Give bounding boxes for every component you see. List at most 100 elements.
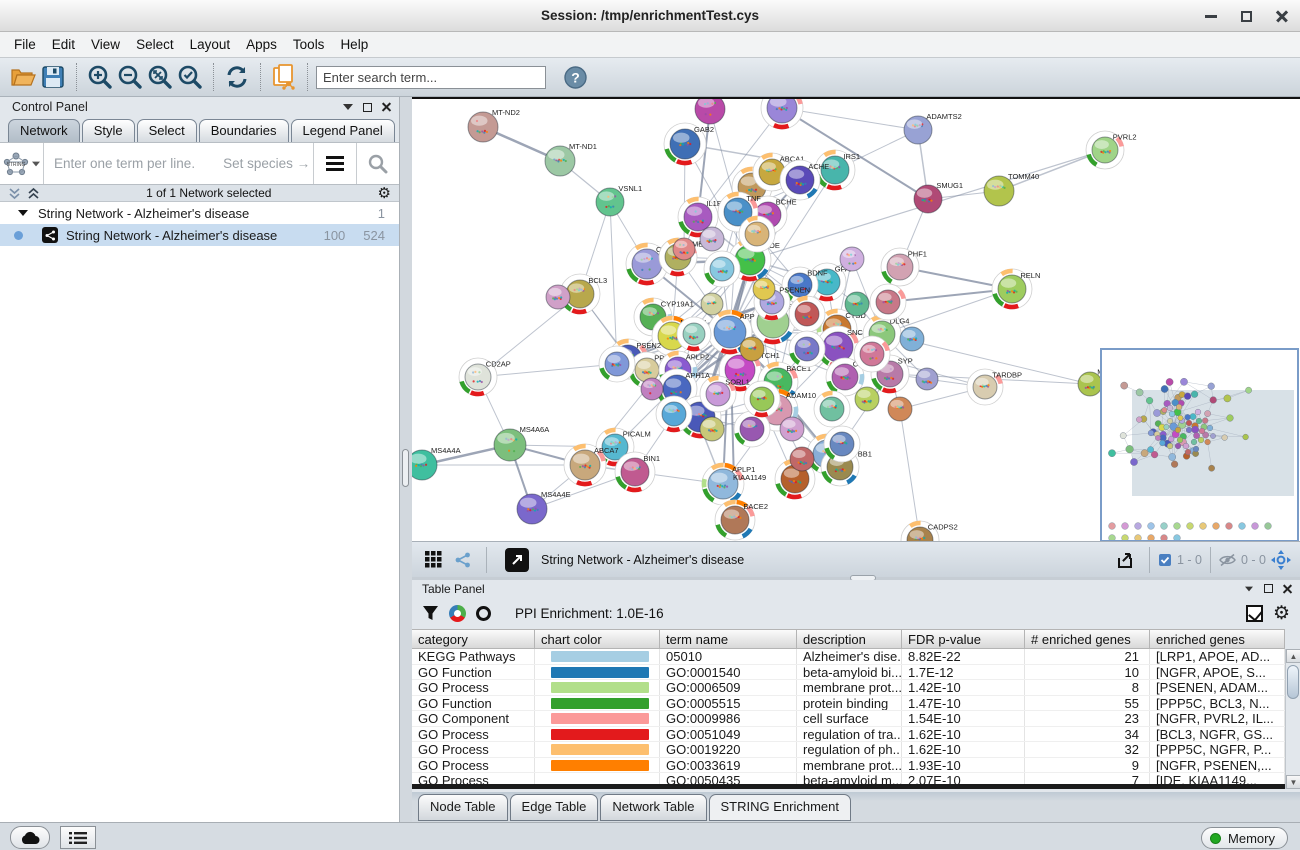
menu-help[interactable]: Help: [332, 33, 376, 56]
float-panel-icon[interactable]: [363, 103, 372, 112]
table-row[interactable]: GO ProcessGO:0051049regulation of tra...…: [412, 727, 1285, 743]
network-node[interactable]: MT-ND2: [468, 108, 520, 142]
minimize-button[interactable]: [1205, 15, 1217, 18]
tab-edge-table[interactable]: Edge Table: [510, 794, 599, 821]
network-node[interactable]: [840, 247, 864, 271]
horizontal-scrollbar[interactable]: [412, 784, 1285, 789]
grid-view-icon[interactable]: [418, 545, 448, 575]
birds-eye-view[interactable]: [1100, 348, 1299, 541]
network-node[interactable]: SORL1: [700, 376, 750, 412]
menu-edit[interactable]: Edit: [44, 33, 83, 56]
collection-expander-icon[interactable]: [18, 210, 28, 216]
enrichment-table[interactable]: KEGG Pathways05010Alzheimer's dise...8.8…: [412, 649, 1285, 784]
table-row[interactable]: GO ProcessGO:0006509membrane prot...1.42…: [412, 680, 1285, 696]
tab-boundaries[interactable]: Boundaries: [199, 119, 289, 142]
network-node[interactable]: [677, 317, 711, 351]
network-node[interactable]: [700, 227, 724, 251]
network-share-icon[interactable]: [448, 545, 478, 575]
network-node[interactable]: [701, 293, 723, 315]
network-node[interactable]: [780, 417, 804, 441]
tab-node-table[interactable]: Node Table: [418, 794, 508, 821]
close-panel-icon[interactable]: [1283, 584, 1292, 593]
menu-view[interactable]: View: [83, 33, 128, 56]
scrollbar-thumb[interactable]: [1287, 665, 1299, 699]
zoom-fit-icon[interactable]: [145, 62, 175, 92]
close-panel-icon[interactable]: [382, 103, 391, 112]
network-node[interactable]: [789, 296, 825, 332]
scroll-down-icon[interactable]: ▼: [1286, 775, 1300, 789]
network-node[interactable]: [656, 396, 692, 432]
menu-apps[interactable]: Apps: [238, 33, 285, 56]
network-node[interactable]: BIN1: [615, 452, 660, 492]
tab-select[interactable]: Select: [137, 119, 197, 142]
network-node[interactable]: [695, 99, 725, 124]
column-header[interactable]: category: [412, 630, 535, 648]
panel-menu-icon[interactable]: [343, 104, 353, 110]
panel-menu-icon[interactable]: [1245, 586, 1253, 591]
network-node[interactable]: SMUG1: [914, 181, 963, 213]
network-node[interactable]: PVRL2: [1086, 131, 1137, 169]
network-node[interactable]: TOMM40: [984, 172, 1039, 206]
tab-style[interactable]: Style: [82, 119, 135, 142]
table-row[interactable]: GO FunctionGO:0005515protein binding1.47…: [412, 696, 1285, 712]
network-node[interactable]: [790, 447, 814, 471]
table-row[interactable]: GO ProcessGO:0033619membrane prot...1.93…: [412, 758, 1285, 774]
table-row[interactable]: GO ProcessGO:0050435beta-amyloid m...2.0…: [412, 773, 1285, 784]
table-row[interactable]: GO ProcessGO:0019220regulation of ph...1…: [412, 742, 1285, 758]
network-node[interactable]: [855, 387, 879, 411]
string-options-menu-icon[interactable]: [314, 143, 356, 184]
column-header[interactable]: term name: [660, 630, 797, 648]
network-node[interactable]: [814, 391, 850, 427]
network-node[interactable]: [870, 284, 906, 320]
remove-chart-icon[interactable]: [476, 606, 491, 621]
network-node[interactable]: [753, 278, 775, 300]
network-row-selected[interactable]: String Network - Alzheimer's disease 100…: [0, 224, 399, 246]
network-node[interactable]: MS4A6A: [494, 425, 549, 461]
network-node[interactable]: [789, 331, 825, 367]
column-header[interactable]: # enriched genes: [1025, 630, 1150, 648]
network-node[interactable]: MS4A4E: [517, 490, 571, 524]
network-node[interactable]: [641, 378, 663, 400]
float-panel-icon[interactable]: [1264, 584, 1273, 593]
network-node[interactable]: BACE2: [715, 500, 768, 540]
save-session-icon[interactable]: [38, 62, 68, 92]
network-node[interactable]: [744, 381, 780, 417]
network-node[interactable]: MT-ND1: [545, 142, 597, 176]
tab-network-table[interactable]: Network Table: [600, 794, 706, 821]
network-node[interactable]: [673, 238, 695, 260]
network-node[interactable]: CD2AP: [459, 358, 511, 396]
maximize-button[interactable]: [1241, 11, 1252, 22]
column-header[interactable]: enriched genes: [1150, 630, 1285, 648]
network-node[interactable]: APLP1: [702, 463, 755, 505]
task-history-button[interactable]: [60, 826, 96, 849]
filter-icon[interactable]: [422, 605, 439, 622]
menu-tools[interactable]: Tools: [285, 33, 333, 56]
tab-network[interactable]: Network: [8, 119, 80, 142]
table-row[interactable]: GO FunctionGO:0001540beta-amyloid bi...1…: [412, 665, 1285, 681]
network-node[interactable]: [546, 285, 570, 309]
menu-layout[interactable]: Layout: [182, 33, 239, 56]
tab-string-enrichment[interactable]: STRING Enrichment: [709, 794, 851, 821]
close-button[interactable]: [1276, 10, 1288, 22]
network-gear-icon[interactable]: ⚙: [378, 186, 391, 201]
network-collection-row[interactable]: String Network - Alzheimer's disease 1: [0, 202, 399, 224]
zoom-in-icon[interactable]: [85, 62, 115, 92]
string-source-selector[interactable]: STRING: [0, 143, 44, 184]
set-species-link[interactable]: Set species →: [223, 156, 310, 171]
search-input[interactable]: [316, 66, 546, 89]
cloud-services-button[interactable]: [10, 826, 50, 849]
table-row[interactable]: GO ComponentGO:0009986cell surface1.54E-…: [412, 711, 1285, 727]
network-node[interactable]: [900, 327, 924, 351]
scroll-up-icon[interactable]: ▲: [1286, 649, 1300, 663]
menu-file[interactable]: File: [6, 33, 44, 56]
vertical-scrollbar[interactable]: ▲ ▼: [1285, 649, 1300, 789]
table-row[interactable]: KEGG Pathways05010Alzheimer's dise...8.8…: [412, 649, 1285, 665]
network-node[interactable]: [739, 216, 775, 252]
network-node[interactable]: [700, 417, 724, 441]
string-query-input[interactable]: Enter one term per line. Set species →: [44, 156, 313, 171]
select-terms-icon[interactable]: [1246, 605, 1263, 622]
network-node[interactable]: ADAMTS2: [904, 112, 962, 144]
network-node[interactable]: [824, 426, 860, 462]
splitter-grip[interactable]: [402, 449, 409, 487]
network-node[interactable]: [845, 292, 869, 316]
